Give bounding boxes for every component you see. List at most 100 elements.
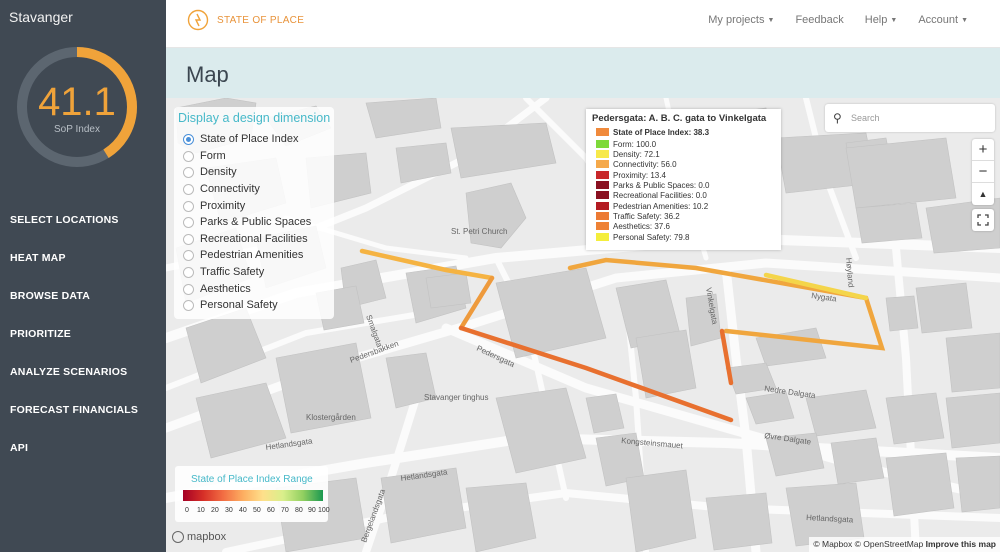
- map-label-st-petri-church: St. Petri Church: [451, 227, 507, 236]
- sop-index-value: 41.1: [38, 80, 116, 124]
- info-row: Parks & Public Spaces: 0.0: [596, 180, 710, 190]
- legend-tick: 70: [281, 507, 289, 514]
- color-swatch: [596, 171, 609, 179]
- nav-help-label: Help: [864, 14, 888, 26]
- radio-button[interactable]: [183, 133, 194, 145]
- color-swatch: [596, 160, 609, 168]
- color-swatch: [596, 202, 609, 210]
- dimension-option-label: Aesthetics: [200, 283, 251, 295]
- nav-my-projects-label: My projects: [708, 14, 765, 26]
- radio-button[interactable]: [183, 266, 194, 278]
- nav-feedback[interactable]: Feedback: [795, 14, 843, 26]
- map-search: ⚲: [825, 104, 995, 132]
- color-swatch: [596, 212, 609, 220]
- info-row: Pedestrian Amenities: 10.2: [596, 201, 708, 211]
- search-icon: ⚲: [833, 111, 842, 125]
- radio-button[interactable]: [183, 299, 194, 311]
- color-swatch: [596, 191, 609, 199]
- sidebar-item-forecast-financials[interactable]: FORECAST FINANCIALS: [0, 391, 166, 429]
- search-input[interactable]: [851, 108, 986, 128]
- legend-tick: 60: [267, 507, 275, 514]
- dimension-option-density[interactable]: Density: [183, 165, 237, 179]
- radio-button[interactable]: [183, 249, 194, 261]
- legend-tick: 90: [308, 507, 316, 514]
- dimension-option-sop-index[interactable]: State of Place Index: [183, 132, 298, 146]
- radio-button[interactable]: [183, 233, 194, 245]
- map-label-tinghus: Stavanger tinghus: [424, 393, 489, 402]
- info-row-text: Recreational Facilities: 0.0: [613, 190, 707, 200]
- zoom-out-button[interactable]: −: [972, 161, 994, 183]
- fullscreen-button[interactable]: [972, 209, 994, 231]
- top-bar: STATE OF PLACE My projects ▼ Feedback Hel…: [166, 0, 1000, 48]
- design-dimension-panel: Display a design dimension State of Plac…: [174, 107, 334, 319]
- info-row: Personal Safety: 79.8: [596, 232, 690, 242]
- color-swatch: [596, 128, 609, 136]
- radio-button[interactable]: [183, 200, 194, 212]
- nav-account-label: Account: [918, 14, 959, 26]
- dimension-option-parks[interactable]: Parks & Public Spaces: [183, 215, 311, 229]
- sidebar-item-api[interactable]: API: [0, 429, 166, 467]
- dimension-option-label: Density: [200, 166, 237, 178]
- dimension-option-aesthetics[interactable]: Aesthetics: [183, 282, 251, 296]
- sidebar-item-analyze-scenarios[interactable]: ANALYZE SCENARIOS: [0, 353, 166, 391]
- legend-tick: 50: [253, 507, 261, 514]
- legend-tick: 30: [225, 507, 233, 514]
- color-swatch: [596, 233, 609, 241]
- sidebar-item-select-locations[interactable]: SELECT LOCATIONS: [0, 201, 166, 239]
- legend-tick: 40: [239, 507, 247, 514]
- info-row-text: Density: 72.1: [613, 149, 660, 159]
- map-label-klostergarden: Klostergården: [306, 413, 356, 422]
- info-row-text: Pedestrian Amenities: 10.2: [613, 201, 709, 211]
- compass-button[interactable]: ▲: [972, 183, 994, 205]
- sop-index-label: SoP Index: [54, 124, 100, 135]
- caret-down-icon: ▼: [961, 16, 968, 24]
- dimension-option-traffic-safety[interactable]: Traffic Safety: [183, 265, 264, 279]
- zoom-in-button[interactable]: +: [972, 139, 994, 161]
- dimension-option-personal-safety[interactable]: Personal Safety: [183, 298, 278, 312]
- dimension-option-label: Recreational Facilities: [200, 233, 308, 245]
- dimension-option-pedestrian[interactable]: Pedestrian Amenities: [183, 248, 303, 262]
- info-row-text: State of Place Index: 38.3: [613, 127, 710, 137]
- dimension-option-proximity[interactable]: Proximity: [183, 199, 245, 213]
- city-name: Stavanger: [9, 9, 73, 25]
- radio-button[interactable]: [183, 183, 194, 195]
- info-row: Aesthetics: 37.6: [596, 221, 670, 231]
- info-row-text: Proximity: 13.4: [613, 170, 666, 180]
- popup-title: Pedersgata: A. B. C. gata to Vinkelgata: [592, 113, 767, 124]
- segment-info-popup: Pedersgata: A. B. C. gata to Vinkelgata …: [586, 109, 781, 250]
- radio-button[interactable]: [183, 283, 194, 295]
- info-row: State of Place Index: 38.3: [596, 127, 709, 137]
- mapbox-logo-icon: [172, 531, 184, 543]
- legend-tick: 0: [185, 507, 189, 514]
- sidebar-item-browse-data[interactable]: BROWSE DATA: [0, 277, 166, 315]
- dimension-option-form[interactable]: Form: [183, 149, 226, 163]
- caret-down-icon: ▼: [890, 16, 898, 24]
- caret-down-icon: ▼: [767, 16, 775, 24]
- radio-button[interactable]: [183, 150, 194, 162]
- info-row-text: Form: 100.0: [613, 139, 657, 149]
- legend-tick: 80: [295, 507, 303, 514]
- dimension-option-label: Traffic Safety: [200, 266, 265, 278]
- nav-account[interactable]: Account ▼: [918, 14, 968, 26]
- color-swatch: [596, 140, 609, 148]
- nav-my-projects[interactable]: My projects ▼: [708, 14, 774, 26]
- radio-button[interactable]: [183, 166, 194, 178]
- info-row-text: Connectivity: 56.0: [613, 159, 677, 169]
- improve-map-link[interactable]: Improve this map: [926, 539, 996, 549]
- title-band: Map: [166, 48, 1000, 98]
- nav-help[interactable]: Help ▼: [865, 14, 898, 26]
- sidebar-item-prioritize[interactable]: PRIORITIZE: [0, 315, 166, 353]
- legend-color-bar: [183, 490, 323, 501]
- attribution-copyright[interactable]: © Mapbox © OpenStreetMap: [813, 539, 923, 549]
- radio-button[interactable]: [183, 216, 194, 228]
- page-title: Map: [186, 62, 229, 87]
- dimension-option-connectivity[interactable]: Connectivity: [183, 182, 260, 196]
- brand-logo[interactable]: STATE OF PLACE: [187, 9, 304, 31]
- info-row: Recreational Facilities: 0.0: [596, 190, 707, 200]
- mapbox-logo[interactable]: mapbox: [172, 531, 226, 543]
- logo-text: STATE OF PLACE: [217, 14, 305, 26]
- sidebar-item-heat-map[interactable]: HEAT MAP: [0, 239, 166, 277]
- dimension-option-recreational[interactable]: Recreational Facilities: [183, 232, 308, 246]
- mapbox-logo-text: mapbox: [187, 531, 227, 543]
- info-row: Proximity: 13.4: [596, 170, 666, 180]
